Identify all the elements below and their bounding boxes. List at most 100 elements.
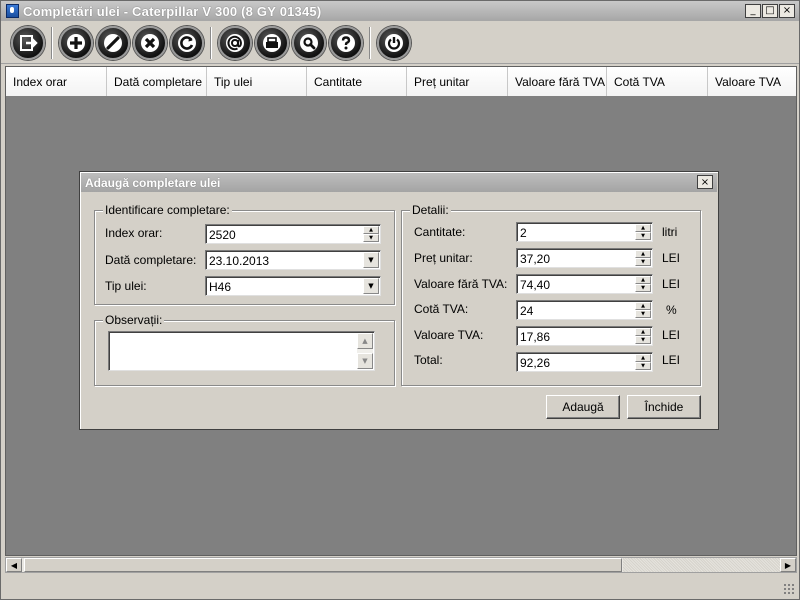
help-button[interactable] — [329, 25, 363, 60]
index-input[interactable]: 2520 ▲ ▼ — [205, 224, 381, 244]
edit-button[interactable] — [96, 25, 130, 60]
unit-price-label: Preț unitar: — [414, 251, 473, 265]
value-without-vat-label: Valoare fără TVA: — [414, 277, 508, 291]
spin-down-icon[interactable]: ▼ — [635, 310, 651, 318]
resize-grip[interactable] — [783, 583, 795, 595]
quantity-spinner[interactable]: ▲ ▼ — [635, 224, 651, 240]
app-icon — [6, 4, 19, 18]
add-icon — [67, 33, 85, 52]
spin-up-icon[interactable]: ▲ — [635, 354, 651, 362]
spin-down-icon[interactable]: ▼ — [635, 284, 651, 292]
index-value: 2520 — [209, 228, 236, 242]
vat-rate-input[interactable]: 24 ▲ ▼ — [516, 300, 653, 320]
date-picker[interactable]: 23.10.2013 ▼ — [205, 250, 381, 270]
column-header-valoare-fara-tva[interactable]: Valoare fără TVA — [508, 67, 607, 96]
scroll-up-icon[interactable]: ▲ — [357, 333, 373, 349]
spin-down-icon[interactable]: ▼ — [635, 232, 651, 240]
maximize-button[interactable]: □ — [762, 4, 778, 18]
spin-down-icon[interactable]: ▼ — [363, 234, 379, 242]
spin-up-icon[interactable]: ▲ — [363, 226, 379, 234]
dialog-title-bar[interactable]: Adaugă completare ulei × — [81, 173, 717, 192]
value-without-vat-input[interactable]: 74,40 ▲ ▼ — [516, 274, 653, 294]
title-bar[interactable]: Completări ulei - Caterpillar V 300 (8 G… — [1, 1, 799, 21]
unit-price-unit: LEI — [662, 251, 681, 265]
column-header-valoare-tva[interactable]: Valoare TVA — [708, 67, 796, 96]
email-icon — [226, 33, 244, 52]
value-without-vat-unit: LEI — [662, 277, 681, 291]
add-button[interactable]: Adaugă — [546, 395, 620, 419]
toolbar-separator — [51, 26, 53, 59]
date-value: 23.10.2013 — [209, 254, 270, 268]
column-header-cota-tva[interactable]: Cotă TVA — [607, 67, 708, 96]
spin-up-icon[interactable]: ▲ — [635, 250, 651, 258]
dialog-title: Adaugă completare ulei — [85, 175, 221, 190]
chevron-down-icon[interactable]: ▼ — [363, 252, 379, 268]
column-header-index-orar[interactable]: Index orar — [6, 67, 107, 96]
total-input[interactable]: 92,26 ▲ ▼ — [516, 352, 653, 372]
exit-icon — [20, 34, 38, 51]
minimize-button[interactable]: _ — [745, 4, 761, 18]
close-window-button[interactable]: × — [779, 4, 795, 18]
column-header-data-completare[interactable]: Dată completare — [107, 67, 207, 96]
vat-value-label: Valoare TVA: — [414, 328, 484, 342]
quantity-input[interactable]: 2 ▲ ▼ — [516, 222, 653, 242]
scroll-left-button[interactable]: ◀ — [6, 558, 22, 572]
toolbar-separator — [369, 26, 371, 59]
search-icon — [300, 33, 318, 52]
spin-up-icon[interactable]: ▲ — [635, 276, 651, 284]
oil-type-select[interactable]: H46 ▼ — [205, 276, 381, 296]
spin-down-icon[interactable]: ▼ — [635, 336, 651, 344]
details-legend: Detalii: — [410, 203, 451, 217]
refresh-button[interactable] — [170, 25, 204, 60]
search-button[interactable] — [292, 25, 326, 60]
unit-price-input[interactable]: 37,20 ▲ ▼ — [516, 248, 653, 268]
close-button[interactable]: Închide — [627, 395, 701, 419]
scroll-thumb[interactable] — [24, 558, 622, 572]
scroll-right-button[interactable]: ▶ — [780, 558, 796, 572]
spin-down-icon[interactable]: ▼ — [635, 362, 651, 370]
email-button[interactable] — [218, 25, 252, 60]
oil-type-label: Tip ulei: — [105, 279, 147, 293]
window-title: Completări ulei - Caterpillar V 300 (8 G… — [23, 3, 322, 19]
vat-value-input[interactable]: 17,86 ▲ ▼ — [516, 326, 653, 346]
scroll-track[interactable] — [623, 558, 780, 572]
exit-button[interactable] — [11, 25, 45, 60]
spin-up-icon[interactable]: ▲ — [635, 328, 651, 336]
observations-legend: Observații: — [103, 313, 165, 327]
toolbar-separator — [210, 26, 212, 59]
total-spinner[interactable]: ▲ ▼ — [635, 354, 651, 370]
vat-rate-unit: % — [666, 303, 677, 317]
scroll-down-icon[interactable]: ▼ — [357, 353, 373, 369]
vat-value-spinner[interactable]: ▲ ▼ — [635, 328, 651, 344]
vat-value-value: 17,86 — [520, 330, 551, 344]
index-spinner[interactable]: ▲ ▼ — [363, 226, 379, 242]
toolbar — [1, 22, 799, 64]
column-header-pret-unitar[interactable]: Preț unitar — [407, 67, 508, 96]
value-without-vat-spinner[interactable]: ▲ ▼ — [635, 276, 651, 292]
column-header-tip-ulei[interactable]: Tip ulei — [207, 67, 307, 96]
power-button[interactable] — [377, 25, 411, 60]
spin-down-icon[interactable]: ▼ — [635, 258, 651, 266]
grid-header: Index orar Dată completare Tip ulei Cant… — [6, 67, 796, 96]
chevron-down-icon[interactable]: ▼ — [363, 278, 379, 294]
oil-type-value: H46 — [209, 280, 232, 294]
unit-price-spinner[interactable]: ▲ ▼ — [635, 250, 651, 266]
add-button[interactable] — [59, 25, 93, 60]
quantity-unit: litri — [662, 225, 678, 239]
print-button[interactable] — [255, 25, 289, 60]
index-label: Index orar: — [105, 226, 163, 240]
column-header-cantitate[interactable]: Cantitate — [307, 67, 407, 96]
print-icon — [263, 33, 281, 52]
observations-scrollbar[interactable]: ▲ ▼ — [357, 333, 373, 369]
delete-button[interactable] — [133, 25, 167, 60]
value-without-vat-value: 74,40 — [520, 278, 551, 292]
date-label: Dată completare: — [105, 253, 197, 267]
vat-rate-spinner[interactable]: ▲ ▼ — [635, 302, 651, 318]
spin-up-icon[interactable]: ▲ — [635, 302, 651, 310]
delete-icon — [141, 33, 159, 52]
horizontal-scrollbar[interactable]: ◀ ▶ — [5, 557, 797, 573]
observations-textarea[interactable]: ▲ ▼ — [108, 331, 375, 371]
spin-up-icon[interactable]: ▲ — [635, 224, 651, 232]
vat-rate-label: Cotă TVA: — [414, 302, 469, 316]
dialog-close-button[interactable]: × — [697, 175, 713, 189]
